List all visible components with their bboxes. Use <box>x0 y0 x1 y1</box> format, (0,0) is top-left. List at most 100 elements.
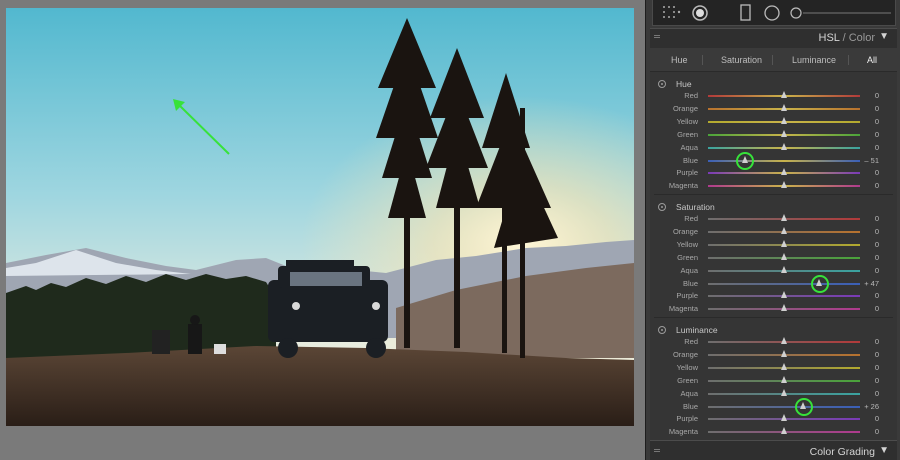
slider-value-hue-magenta[interactable]: 0 <box>849 181 879 190</box>
panel-title-separator: / <box>842 32 846 44</box>
color-grading-title: Color Grading <box>809 446 875 458</box>
slider-value-hue-green[interactable]: 0 <box>849 130 879 139</box>
slider-thumb-hue-green[interactable] <box>780 129 787 137</box>
slider-value-hue-yellow[interactable]: 0 <box>849 117 879 126</box>
section-toggle-icon[interactable] <box>658 80 666 88</box>
slider-label-saturation-orange: Orange <box>672 226 698 236</box>
hsl-panel-header[interactable]: HSL / Color ▼ <box>650 28 897 48</box>
tab-divider <box>848 55 849 65</box>
slider-thumb-luminance-red[interactable] <box>780 337 787 344</box>
section-toggle-icon[interactable] <box>658 203 666 211</box>
slider-value-saturation-green[interactable]: 0 <box>849 253 879 262</box>
slider-value-hue-purple[interactable]: 0 <box>849 168 879 177</box>
slider-thumb-saturation-aqua[interactable] <box>780 265 787 273</box>
slider-value-hue-red[interactable]: 0 <box>849 91 879 100</box>
slider-thumb-hue-magenta[interactable] <box>780 181 787 189</box>
slider-thumb-saturation-orange[interactable] <box>780 226 787 234</box>
slider-value-hue-orange[interactable]: 0 <box>849 104 879 113</box>
highlight-ring <box>810 274 829 293</box>
slider-thumb-luminance-magenta[interactable] <box>780 427 787 435</box>
slider-value-saturation-magenta[interactable]: 0 <box>849 304 879 313</box>
slider-thumb-luminance-purple[interactable] <box>780 414 787 422</box>
slider-value-luminance-aqua[interactable]: 0 <box>849 389 879 398</box>
slider-label-luminance-aqua: Aqua <box>680 388 698 398</box>
hsl-sliders: Hue Red 0 Orange 0 Yellow 0 Green 0 Aqua 0 Blue – 51… <box>650 71 897 440</box>
section-toggle-icon[interactable] <box>658 326 666 334</box>
tool-strip <box>652 0 896 26</box>
slider-thumb-hue-orange[interactable] <box>780 103 787 111</box>
slider-thumb-hue-aqua[interactable] <box>780 142 787 150</box>
triangle-down-icon[interactable]: ▼ <box>879 31 889 42</box>
panel-grip-icon <box>654 449 660 452</box>
tab-luminance[interactable]: Luminance <box>792 55 836 65</box>
tab-hue[interactable]: Hue <box>671 55 688 65</box>
slider-value-saturation-orange[interactable]: 0 <box>849 227 879 236</box>
slider-thumb-hue-yellow[interactable] <box>780 116 787 124</box>
slider-label-hue-yellow: Yellow <box>676 116 698 126</box>
slider-thumb-saturation-red[interactable] <box>780 214 787 221</box>
panel-title: HSL / Color <box>819 32 875 44</box>
slider-thumb-hue-red[interactable] <box>780 91 787 98</box>
slider-value-luminance-magenta[interactable]: 0 <box>849 427 879 436</box>
slider-value-saturation-yellow[interactable]: 0 <box>849 240 879 249</box>
slider-value-hue-aqua[interactable]: 0 <box>849 143 879 152</box>
panel-title-color[interactable]: Color <box>849 32 875 44</box>
slider-label-hue-green: Green <box>677 129 698 139</box>
slider-value-saturation-purple[interactable]: 0 <box>849 291 879 300</box>
slider-value-hue-blue[interactable]: – 51 <box>849 156 879 165</box>
slider-label-luminance-yellow: Yellow <box>676 362 698 372</box>
rectangle-icon[interactable] <box>739 4 753 27</box>
slider-thumb-saturation-yellow[interactable] <box>780 239 787 247</box>
slider-value-saturation-red[interactable]: 0 <box>849 214 879 223</box>
slider-value-luminance-green[interactable]: 0 <box>849 376 879 385</box>
slider-track-luminance-blue[interactable] <box>708 405 860 408</box>
slider-label-luminance-orange: Orange <box>672 349 698 359</box>
slider-label-saturation-green: Green <box>677 252 698 262</box>
circle-icon[interactable] <box>763 4 781 27</box>
slider-label-luminance-purple: Purple <box>676 414 698 424</box>
section-divider <box>654 317 893 318</box>
slider-thumb-saturation-green[interactable] <box>780 252 787 260</box>
slider-label-luminance-blue: Blue <box>682 401 698 411</box>
slider-label-saturation-red: Red <box>684 214 698 223</box>
slider-thumb-luminance-yellow[interactable] <box>780 362 787 370</box>
landscape-photo <box>6 8 634 426</box>
tab-divider <box>772 55 773 65</box>
slider-value-saturation-blue[interactable]: + 47 <box>849 279 879 288</box>
slider-thumb-saturation-purple[interactable] <box>780 291 787 299</box>
tab-saturation[interactable]: Saturation <box>721 55 762 65</box>
slider-thumb-saturation-magenta[interactable] <box>780 304 787 312</box>
develop-panel: HSL / Color ▼ Hue Saturation Luminance A… <box>645 0 900 460</box>
section-title-hue: Hue <box>676 79 692 89</box>
tab-all[interactable]: All <box>867 55 877 65</box>
slider-value-luminance-yellow[interactable]: 0 <box>849 363 879 372</box>
slider-thumb-hue-purple[interactable] <box>780 168 787 176</box>
triangle-down-icon[interactable]: ▼ <box>879 445 889 456</box>
slider-thumb-luminance-green[interactable] <box>780 375 787 383</box>
slider-value-saturation-aqua[interactable]: 0 <box>849 266 879 275</box>
slider-label-saturation-aqua: Aqua <box>680 265 698 275</box>
slider-thumb-luminance-orange[interactable] <box>780 349 787 357</box>
section-title-saturation: Saturation <box>676 202 715 212</box>
slider-value-luminance-blue[interactable]: + 26 <box>849 402 879 411</box>
slider-track-saturation-blue[interactable] <box>708 282 860 285</box>
radial-dot-icon[interactable] <box>691 4 709 27</box>
slider-value-luminance-purple[interactable]: 0 <box>849 414 879 423</box>
section-divider <box>654 194 893 195</box>
slider-value-luminance-orange[interactable]: 0 <box>849 350 879 359</box>
slider-label-hue-purple: Purple <box>676 168 698 178</box>
tab-divider <box>702 55 703 65</box>
slider-label-saturation-yellow: Yellow <box>676 239 698 249</box>
range-slider-icon[interactable] <box>789 4 893 27</box>
grid-dots-icon[interactable] <box>661 4 681 25</box>
highlight-ring <box>794 397 813 416</box>
slider-label-hue-aqua: Aqua <box>680 142 698 152</box>
photo-canvas <box>0 0 645 460</box>
section-title-luminance: Luminance <box>676 325 718 335</box>
slider-track-hue-blue[interactable] <box>708 159 860 162</box>
panel-title-hsl[interactable]: HSL <box>819 32 840 44</box>
slider-value-luminance-red[interactable]: 0 <box>849 337 879 346</box>
slider-label-luminance-red: Red <box>684 337 698 346</box>
slider-thumb-luminance-aqua[interactable] <box>780 388 787 396</box>
color-grading-header[interactable]: Color Grading ▼ <box>650 440 897 460</box>
